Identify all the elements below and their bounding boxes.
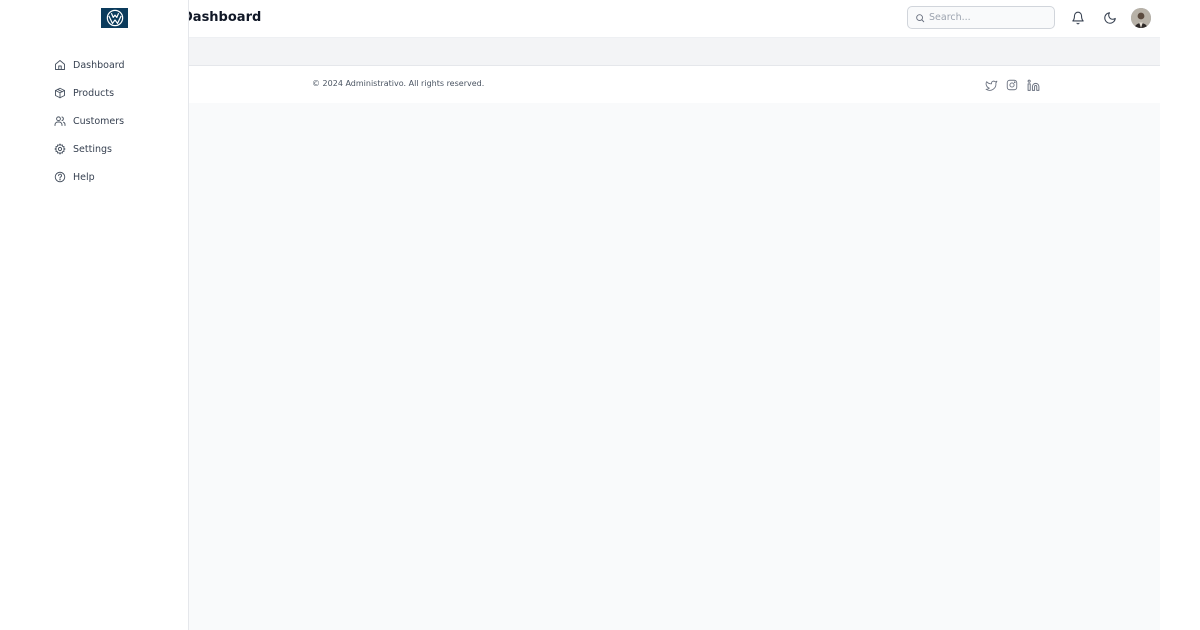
twitter-icon [985,80,997,91]
app-root: Dashboard © 2024 Ad [0,0,1200,630]
sidebar-item-label: Products [73,87,115,99]
instagram-icon [1006,79,1018,91]
sidebar-item-label: Customers [73,115,125,127]
sidebar: Dashboard Products Customers Settings He… [0,0,189,630]
twitter-link[interactable] [984,78,998,92]
linkedin-link[interactable] [1026,78,1040,92]
bell-icon [1072,11,1084,25]
sidebar-item-label: Help [73,171,95,183]
theme-toggle-button[interactable] [1102,10,1118,26]
sidebar-item-dashboard[interactable]: Dashboard [54,51,125,79]
user-avatar[interactable] [1131,8,1151,28]
sidebar-item-label: Settings [73,143,112,155]
sidebar-item-settings[interactable]: Settings [54,135,125,163]
brand-logo[interactable] [101,8,128,28]
sidebar-item-products[interactable]: Products [54,79,125,107]
notifications-button[interactable] [1070,10,1086,26]
sidebar-item-customers[interactable]: Customers [54,107,125,135]
instagram-link[interactable] [1005,78,1019,92]
help-circle-icon [54,171,66,183]
box-icon [55,87,65,99]
home-icon [55,60,65,70]
search-box[interactable] [907,6,1055,29]
vw-logo-icon [106,9,123,27]
sidebar-item-label: Dashboard [73,59,125,71]
search-icon [916,13,925,22]
moon-icon [1104,12,1116,24]
copyright-text: © 2024 Administrativo. All rights reserv… [312,79,485,88]
user-photo-icon [1131,8,1151,28]
linkedin-icon [1027,79,1039,91]
sidebar-item-help[interactable]: Help [54,163,125,191]
gear-icon [54,143,66,155]
page-title: Dashboard [182,10,262,25]
sidebar-nav: Dashboard Products Customers Settings He… [54,51,125,191]
users-icon [54,116,66,126]
search-input[interactable] [929,12,1044,23]
